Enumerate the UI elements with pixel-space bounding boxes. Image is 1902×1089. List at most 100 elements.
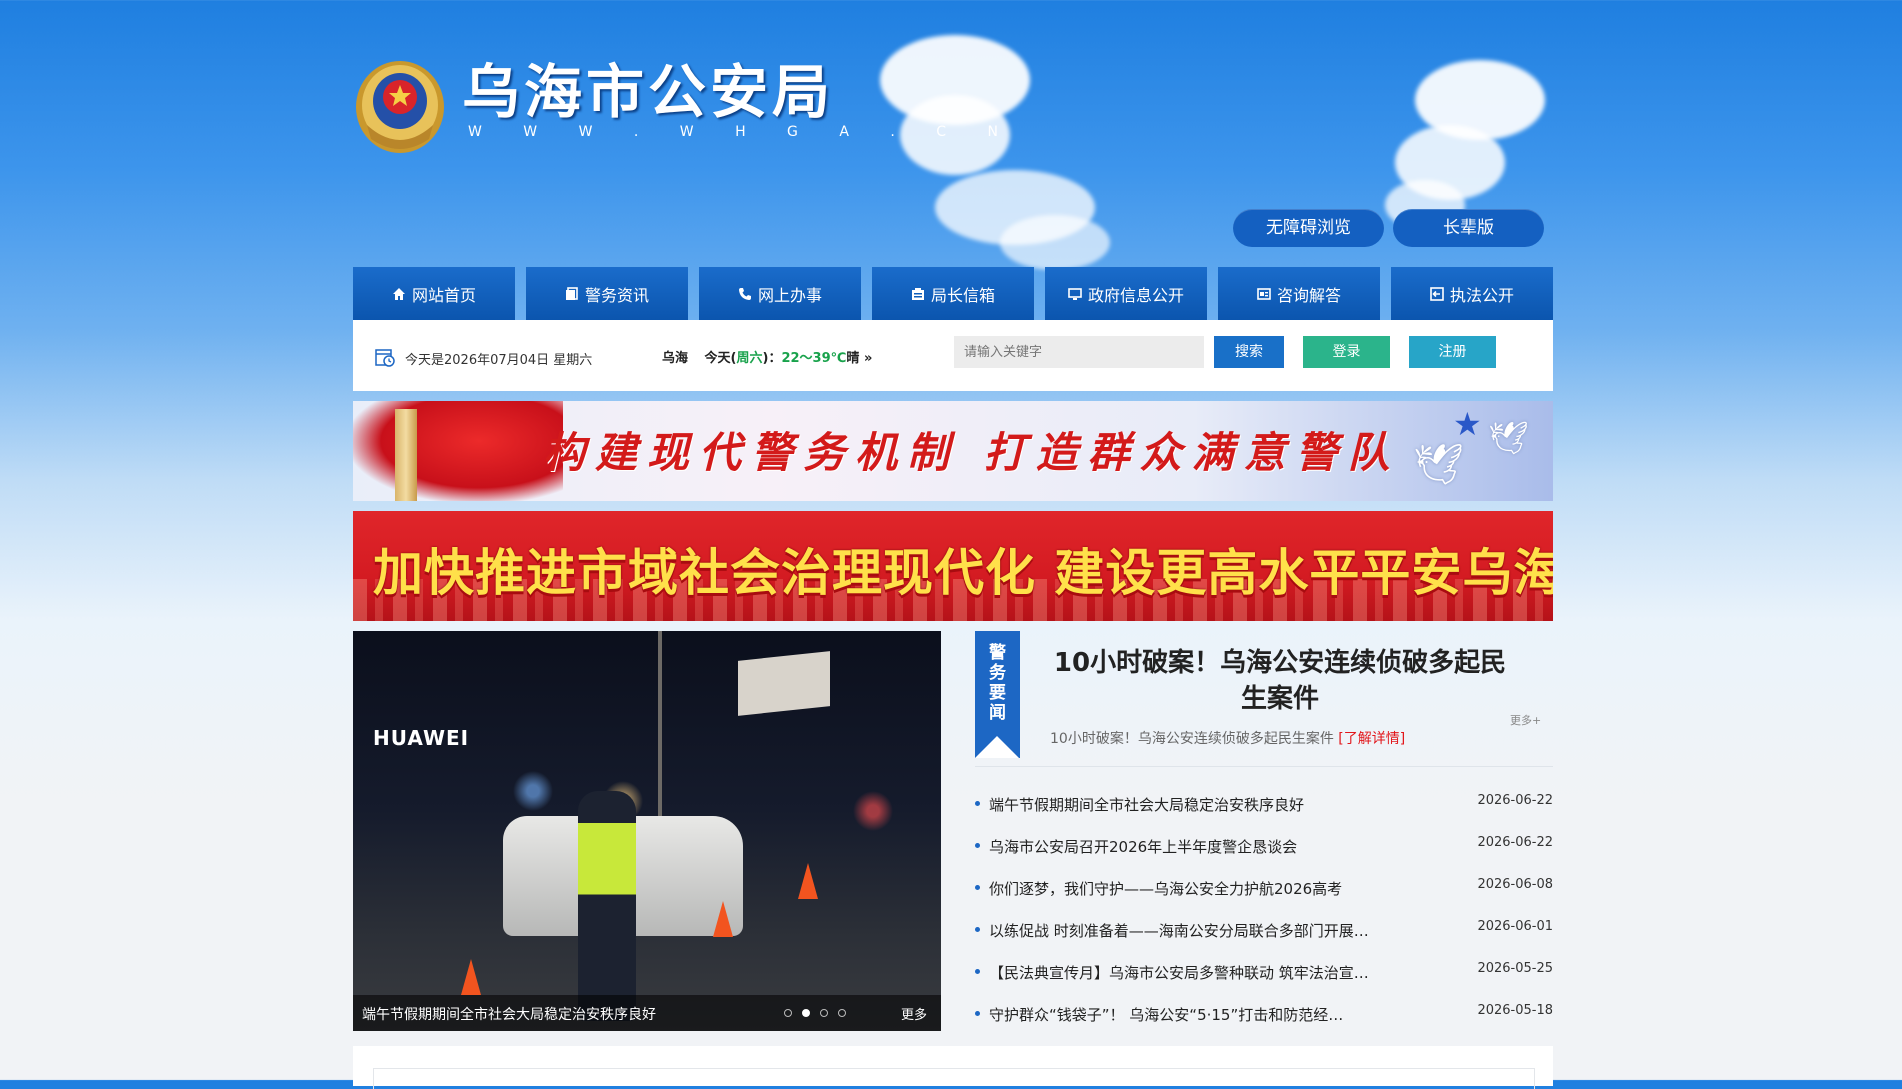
news-title[interactable]: 以练促战 时刻准备着——海南公安分局联合多部门开展… <box>989 920 1419 941</box>
news-date: 2026-05-25 <box>1477 961 1553 976</box>
weather-suffix: )： <box>762 351 782 366</box>
slider-caption[interactable]: 端午节假期期间全市社会大局稳定治安秩序良好 <box>362 1004 656 1024</box>
nav-item-law-enforcement[interactable]: 执法公开 <box>1391 267 1553 320</box>
cloud-decoration <box>1000 215 1110 270</box>
slogan-banner-police[interactable]: 构建现代警务机制 打造群众满意警队 ★ 🕊 🕊 <box>353 401 1553 501</box>
news-title[interactable]: 端午节假期期间全市社会大局稳定治安秩序良好 <box>989 794 1419 815</box>
card-icon <box>1257 287 1271 300</box>
road-sign <box>738 651 830 716</box>
news-list-item[interactable]: 守护群众“钱袋子”！ 乌海公安“5·15”打击和防范经… 2026-05-18 <box>975 999 1553 1041</box>
news-section-tag: 警 务 要 闻 <box>975 631 1020 758</box>
accessibility-button[interactable]: 无障碍浏览 <box>1233 209 1384 247</box>
bottom-panel-frame <box>373 1068 1535 1089</box>
current-date: 今天是2026年07月04日 星期六 <box>405 353 593 368</box>
site-url-subtitle: W W W . W H G A . C N <box>468 124 1017 140</box>
news-list-item[interactable]: 端午节假期期间全市社会大局稳定治安秩序良好 2026-06-22 <box>975 789 1553 831</box>
bullet-icon <box>975 1011 980 1016</box>
bullet-icon <box>975 843 980 848</box>
bullet-icon <box>975 927 980 932</box>
police-emblem-logo[interactable] <box>353 55 448 155</box>
monitor-icon <box>1068 287 1082 300</box>
nav-item-police-news[interactable]: 警务资讯 <box>526 267 688 320</box>
dove-icon: 🕊 <box>1488 419 1529 457</box>
calendar-icon <box>375 349 395 367</box>
info-bar: 今天是2026年07月04日 星期六 乌海 今天(周六)：22～39℃晴 » 搜… <box>353 320 1553 391</box>
news-date: 2026-06-01 <box>1477 919 1553 934</box>
tag-char: 要 <box>989 682 1006 703</box>
tag-char: 警 <box>989 642 1006 663</box>
elder-mode-button[interactable]: 长辈版 <box>1393 209 1544 247</box>
news-title[interactable]: 你们逐梦，我们守护——乌海公安全力护航2026高考 <box>989 878 1419 899</box>
nav-item-home[interactable]: 网站首页 <box>353 267 515 320</box>
weather-city: 乌海 <box>662 351 689 366</box>
exit-icon <box>1430 286 1444 301</box>
news-title[interactable]: 乌海市公安局召开2026年上半年度警企恳谈会 <box>989 836 1419 857</box>
nav-label: 执法公开 <box>1449 285 1514 305</box>
news-list: 端午节假期期间全市社会大局稳定治安秩序良好 2026-06-22 乌海市公安局召… <box>975 789 1553 1041</box>
weather-temp: 22～39℃ <box>781 351 847 366</box>
news-list-item[interactable]: 你们逐梦，我们守护——乌海公安全力护航2026高考 2026-06-08 <box>975 873 1553 915</box>
slogan-banner-governance[interactable]: 加快推进市域社会治理现代化 建设更高水平平安乌海 <box>353 511 1553 621</box>
bullet-icon <box>975 885 980 890</box>
slider-caption-bar: 端午节假期期间全市社会大局稳定治安秩序良好 更多 <box>353 995 941 1031</box>
weather-weekday: 周六 <box>736 351 763 366</box>
news-date: 2026-06-22 <box>1477 793 1553 808</box>
login-button[interactable]: 登录 <box>1303 336 1390 368</box>
slider-dot[interactable] <box>784 1009 792 1017</box>
traffic-cone <box>798 863 818 899</box>
slider-dots <box>784 1009 846 1017</box>
weather-widget[interactable]: 乌海 今天(周六)：22～39℃晴 » <box>662 347 872 366</box>
weather-more-arrow[interactable]: » <box>864 351 872 366</box>
nav-item-gov-info[interactable]: 政府信息公开 <box>1045 267 1207 320</box>
storefront-sign: HUAWEI <box>373 726 470 750</box>
bullet-icon <box>975 969 980 974</box>
search-button[interactable]: 搜索 <box>1214 336 1284 368</box>
site-title: 乌海市公安局 <box>462 58 835 126</box>
banner-slogan-text: 构建现代警务机制 打造群众满意警队 <box>543 428 1400 477</box>
document-icon <box>565 286 578 300</box>
news-date: 2026-06-22 <box>1477 835 1553 850</box>
news-list-item[interactable]: 【民法典宣传月】乌海市公安局多警种联动 筑牢法治宣… 2026-05-25 <box>975 957 1553 999</box>
dove-icon: 🕊 <box>1413 442 1464 488</box>
nav-label: 局长信箱 <box>930 285 995 305</box>
tag-char: 闻 <box>989 702 1006 723</box>
banner-slogan-text: 加快推进市域社会治理现代化 建设更高水平平安乌海 <box>373 544 1553 602</box>
news-title[interactable]: 【民法典宣传月】乌海市公安局多警种联动 筑牢法治宣… <box>989 962 1419 983</box>
mailbox-icon <box>911 287 924 300</box>
headline-summary: 10小时破案！乌海公安连续侦破多起民生案件 [了解详情] <box>1050 728 1405 748</box>
nav-label: 网上办事 <box>757 285 822 305</box>
traffic-officer <box>578 791 636 1021</box>
slider-more-link[interactable]: 更多 <box>901 1004 927 1023</box>
nav-item-consult[interactable]: 咨询解答 <box>1218 267 1380 320</box>
news-date: 2026-05-18 <box>1477 1003 1553 1018</box>
nav-label: 政府信息公开 <box>1087 285 1184 305</box>
main-nav: 网站首页 警务资讯 网上办事 局长信箱 政府信息公开 咨询解答 执法公开 <box>353 267 1553 320</box>
nav-label: 咨询解答 <box>1276 285 1341 305</box>
search-input[interactable] <box>954 336 1204 368</box>
news-list-item[interactable]: 乌海市公安局召开2026年上半年度警企恳谈会 2026-06-22 <box>975 831 1553 873</box>
tag-char: 务 <box>989 662 1006 683</box>
news-photo-slider[interactable]: HUAWEI 端午节假期期间全市社会大局稳定治安秩序良好 更多 <box>353 631 941 1031</box>
tag-notch <box>975 736 1019 758</box>
slider-dot[interactable] <box>820 1009 828 1017</box>
star-icon: ★ <box>1453 405 1482 443</box>
traffic-cone <box>461 959 481 995</box>
headline-title[interactable]: 10小时破案！乌海公安连续侦破多起民生案件 <box>1050 645 1510 717</box>
huabiao-pillar-decoration <box>395 409 417 501</box>
slider-dot[interactable] <box>838 1009 846 1017</box>
news-more-link[interactable]: 更多+ <box>1510 712 1541 728</box>
slider-dot-active[interactable] <box>802 1009 810 1017</box>
nav-label: 警务资讯 <box>584 285 649 305</box>
detail-link[interactable]: [了解详情] <box>1338 731 1405 747</box>
phone-icon <box>738 287 751 300</box>
home-icon <box>392 287 405 300</box>
bullet-icon <box>975 801 980 806</box>
weather-condition: 晴 <box>846 351 860 366</box>
traffic-cone <box>713 901 733 937</box>
news-title[interactable]: 守护群众“钱袋子”！ 乌海公安“5·15”打击和防范经… <box>989 1004 1419 1025</box>
nav-item-director-mailbox[interactable]: 局长信箱 <box>872 267 1034 320</box>
red-flag-decoration <box>353 401 563 501</box>
news-list-item[interactable]: 以练促战 时刻准备着——海南公安分局联合多部门开展… 2026-06-01 <box>975 915 1553 957</box>
nav-item-online-services[interactable]: 网上办事 <box>699 267 861 320</box>
register-button[interactable]: 注册 <box>1409 336 1496 368</box>
